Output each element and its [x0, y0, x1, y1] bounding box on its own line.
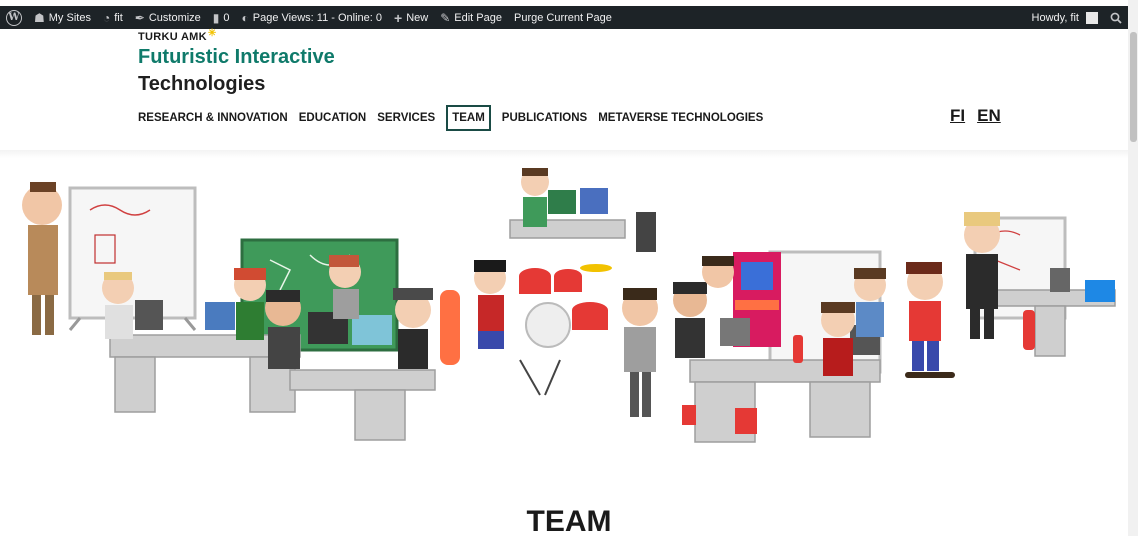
plus-icon: + [394, 9, 403, 26]
account-menu[interactable]: Howdy, fit [1026, 6, 1104, 29]
page-views-link[interactable]: ◐ Page Views: 11 - Online: 0 [236, 6, 388, 29]
brand-org[interactable]: TURKU AMK✳ [138, 28, 217, 43]
edit-page-link[interactable]: ✎ Edit Page [434, 6, 508, 29]
wordpress-menu[interactable]: W [0, 6, 28, 29]
site-subtitle[interactable]: Technologies [138, 73, 265, 96]
howdy-label: Howdy, fit [1031, 11, 1079, 24]
drum-kit [519, 264, 612, 396]
page-title: TEAM [526, 505, 612, 538]
brand-org-label: TURKU AMK [138, 31, 207, 43]
customize-link[interactable]: ✒ Customize [129, 6, 207, 29]
main-navigation: RESEARCH & INNOVATION EDUCATION SERVICES… [138, 105, 774, 131]
pencil-icon: ✎ [440, 10, 451, 25]
nav-team[interactable]: TEAM [446, 105, 491, 131]
dashboard-icon: ◔ [102, 10, 111, 25]
language-switcher: FI EN [950, 106, 1001, 126]
header-divider [0, 150, 1128, 158]
my-sites-icon: ☗ [34, 10, 45, 25]
admin-bar: W ☗ My Sites ◔ fit ✒ Customize ▮ 0 ◐ Pag… [0, 6, 1128, 29]
nav-metaverse-technologies[interactable]: METAVERSE TECHNOLOGIES [598, 106, 763, 130]
nav-research-innovation[interactable]: RESEARCH & INNOVATION [138, 106, 288, 130]
customize-label: Customize [148, 11, 201, 24]
comments-count: 0 [223, 11, 230, 24]
my-sites-label: My Sites [48, 11, 91, 24]
brush-icon: ✒ [134, 10, 145, 25]
purge-label: Purge Current Page [513, 11, 612, 24]
site-name-label: fit [114, 11, 123, 24]
comment-icon: ▮ [212, 10, 220, 25]
site-title[interactable]: Futuristic Interactive [138, 46, 335, 69]
edit-page-label: Edit Page [454, 11, 502, 24]
page-views-label: Page Views: 11 - Online: 0 [252, 11, 383, 24]
purge-cache-link[interactable]: Purge Current Page [508, 6, 618, 29]
star-icon: ✳ [207, 28, 217, 39]
scrollbar-thumb[interactable] [1130, 32, 1137, 142]
nav-education[interactable]: EDUCATION [299, 106, 367, 130]
pie-chart-icon: ◐ [241, 10, 249, 25]
team-hero-illustration [22, 168, 1116, 443]
nav-publications[interactable]: PUBLICATIONS [502, 106, 587, 130]
site-menu[interactable]: ◔ fit [97, 6, 129, 29]
page-scrollbar[interactable] [1128, 0, 1138, 536]
my-sites-menu[interactable]: ☗ My Sites [28, 6, 97, 29]
new-content-menu[interactable]: + New [388, 6, 434, 29]
wordpress-logo-icon: W [6, 9, 22, 26]
comments-link[interactable]: ▮ 0 [207, 6, 236, 29]
nav-services[interactable]: SERVICES [377, 106, 435, 130]
lang-en-link[interactable]: EN [977, 106, 1001, 126]
new-label: New [406, 11, 429, 24]
admin-search-button[interactable] [1104, 6, 1128, 29]
search-icon [1110, 12, 1122, 24]
lang-fi-link[interactable]: FI [950, 106, 965, 126]
avatar [1086, 11, 1098, 24]
